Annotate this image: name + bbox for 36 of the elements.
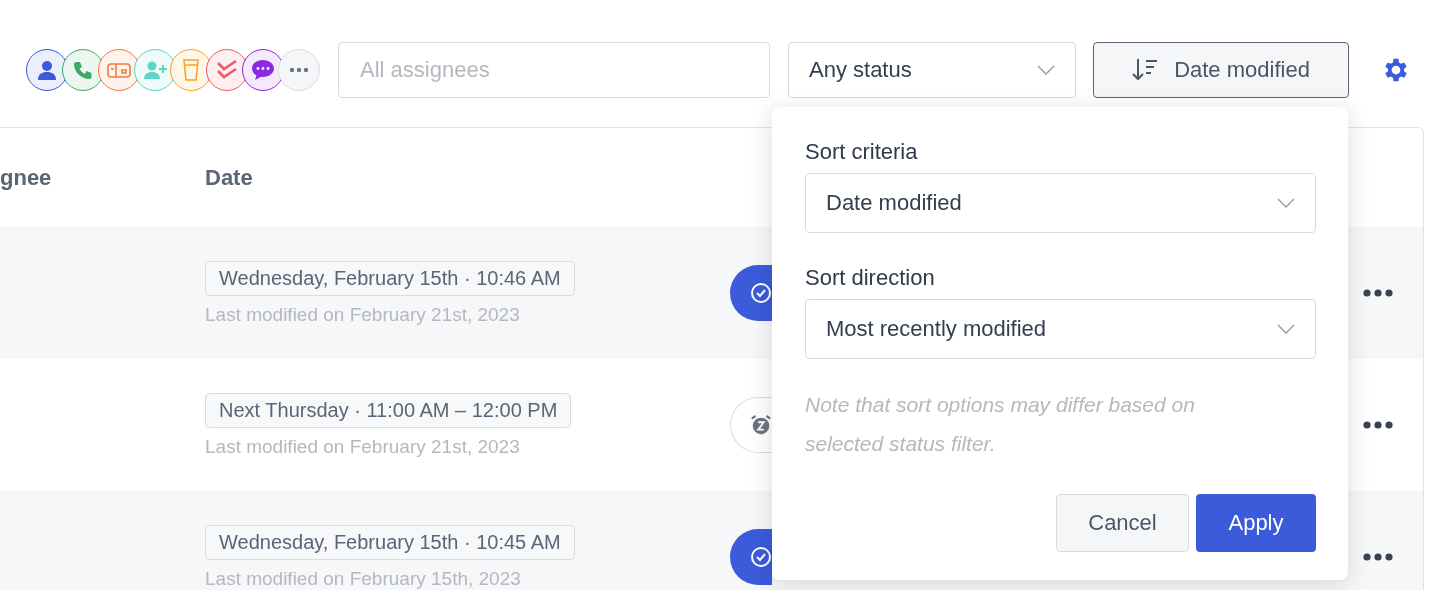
column-header: Date [205,164,254,191]
status-pill[interactable] [730,397,772,453]
status-select[interactable]: Any status [788,42,1076,98]
last-modified-text: Last modified on February 21st, 2023 [205,303,520,326]
assignee-search-field[interactable]: All assignees [338,42,770,98]
add-person-icon [143,60,167,80]
cup-icon [182,59,200,81]
more-icon [289,67,309,73]
date-tag: Next Thursday · 11:00 AM – 12:00 PM [205,392,572,428]
last-modified-text: Last modified on February 15th, 2023 [205,567,521,590]
sort-criteria-select[interactable]: Date modified [805,173,1316,233]
chevron-down-icon [1277,198,1295,208]
date-tag: Wednesday, February 15th · 10:45 AM [205,524,575,560]
sort-direction-select[interactable]: Most recently modified [805,299,1316,359]
cancel-button[interactable]: Cancel [1056,494,1189,552]
field-label: Sort direction [805,265,936,291]
chat-icon [251,59,275,81]
phone-icon [73,60,93,80]
apply-button[interactable]: Apply [1196,494,1316,552]
more-options-icon[interactable] [1363,289,1393,297]
last-modified-text: Last modified on February 21st, 2023 [205,435,520,458]
mailbox-icon [107,61,131,79]
person-icon [36,59,58,81]
status-pill[interactable] [730,529,772,585]
hint-text: Note that sort options may differ based on selected status filter. [805,392,1196,457]
column-header: gnee [0,164,53,191]
status-pill[interactable] [730,265,772,321]
more-options-icon[interactable] [1363,421,1393,429]
chevron-down-icon [1037,65,1055,75]
date-tag: Wednesday, February 15th · 10:46 AM [205,260,575,296]
more-options-icon[interactable] [1363,553,1393,561]
sort-button[interactable]: Date modified [1093,42,1349,98]
double-check-icon [216,60,238,80]
chevron-down-icon [1277,324,1295,334]
field-label: Sort criteria [805,139,919,165]
sort-descending-icon [1132,58,1159,82]
